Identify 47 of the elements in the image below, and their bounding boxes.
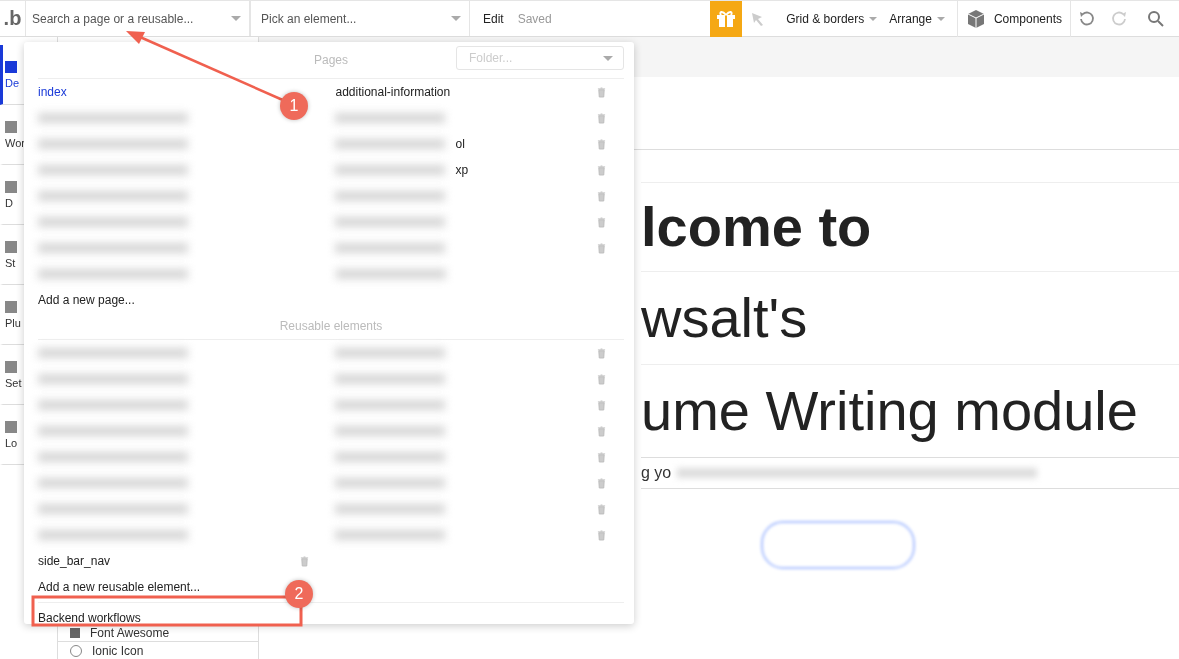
caret-icon bbox=[451, 16, 461, 21]
page-subtitle: g yo bbox=[641, 464, 672, 482]
add-link[interactable]: Add a new page... bbox=[38, 293, 135, 307]
trash-icon[interactable] bbox=[597, 477, 606, 489]
page-search-field[interactable]: Search a page or a reusable... bbox=[30, 10, 231, 27]
section-heading: Pages bbox=[314, 53, 348, 67]
trash-icon[interactable] bbox=[597, 190, 606, 202]
trash-icon[interactable] bbox=[597, 451, 606, 463]
page-heading: wsalt's bbox=[641, 271, 1179, 364]
trash-icon[interactable] bbox=[597, 347, 606, 359]
components-button[interactable]: Components bbox=[956, 0, 1071, 37]
save-status: Saved bbox=[517, 11, 552, 26]
edit-mode-label[interactable]: Edit bbox=[483, 11, 504, 26]
page-name-fragment: xp bbox=[455, 163, 469, 177]
redo-icon[interactable] bbox=[1110, 9, 1128, 28]
trash-icon[interactable] bbox=[597, 164, 606, 176]
gift-icon bbox=[716, 9, 737, 28]
trash-icon[interactable] bbox=[597, 242, 606, 254]
page-name-fragment: ol bbox=[455, 137, 465, 151]
search-icon[interactable] bbox=[1147, 9, 1165, 28]
backend-workflows-link[interactable]: Backend workflows bbox=[38, 611, 141, 625]
trash-icon[interactable] bbox=[597, 216, 606, 228]
page-heading: ume Writing module bbox=[641, 364, 1179, 457]
caret-icon bbox=[231, 16, 241, 21]
section-heading: Reusable elements bbox=[279, 319, 383, 333]
trash-icon[interactable] bbox=[597, 399, 606, 411]
trash-icon[interactable] bbox=[300, 555, 309, 567]
page-heading: lcome to bbox=[641, 182, 1179, 271]
page-link[interactable]: side_bar_nav bbox=[38, 554, 111, 568]
trash-icon[interactable] bbox=[597, 529, 606, 541]
page-link[interactable]: index bbox=[38, 85, 67, 99]
trash-icon[interactable] bbox=[597, 138, 606, 150]
trash-icon[interactable] bbox=[597, 112, 606, 124]
page-link[interactable]: additional-information bbox=[335, 85, 597, 99]
undo-icon[interactable] bbox=[1078, 9, 1096, 28]
add-link[interactable]: Add a new reusable element... bbox=[38, 580, 201, 594]
gift-button[interactable] bbox=[710, 0, 743, 37]
element-picker-field[interactable]: Pick an element... bbox=[259, 10, 451, 27]
trash-icon[interactable] bbox=[597, 503, 606, 515]
toolbar-menu[interactable]: Grid & borders bbox=[780, 0, 884, 37]
cube-icon bbox=[965, 8, 986, 29]
toolbar-menu[interactable]: Arrange bbox=[883, 0, 951, 37]
icon-set-item[interactable]: Ionic Icon bbox=[58, 641, 258, 659]
trash-icon[interactable] bbox=[597, 425, 606, 437]
trash-icon[interactable] bbox=[597, 373, 606, 385]
app-logo[interactable]: .b bbox=[0, 7, 25, 30]
trash-icon[interactable] bbox=[597, 86, 606, 98]
